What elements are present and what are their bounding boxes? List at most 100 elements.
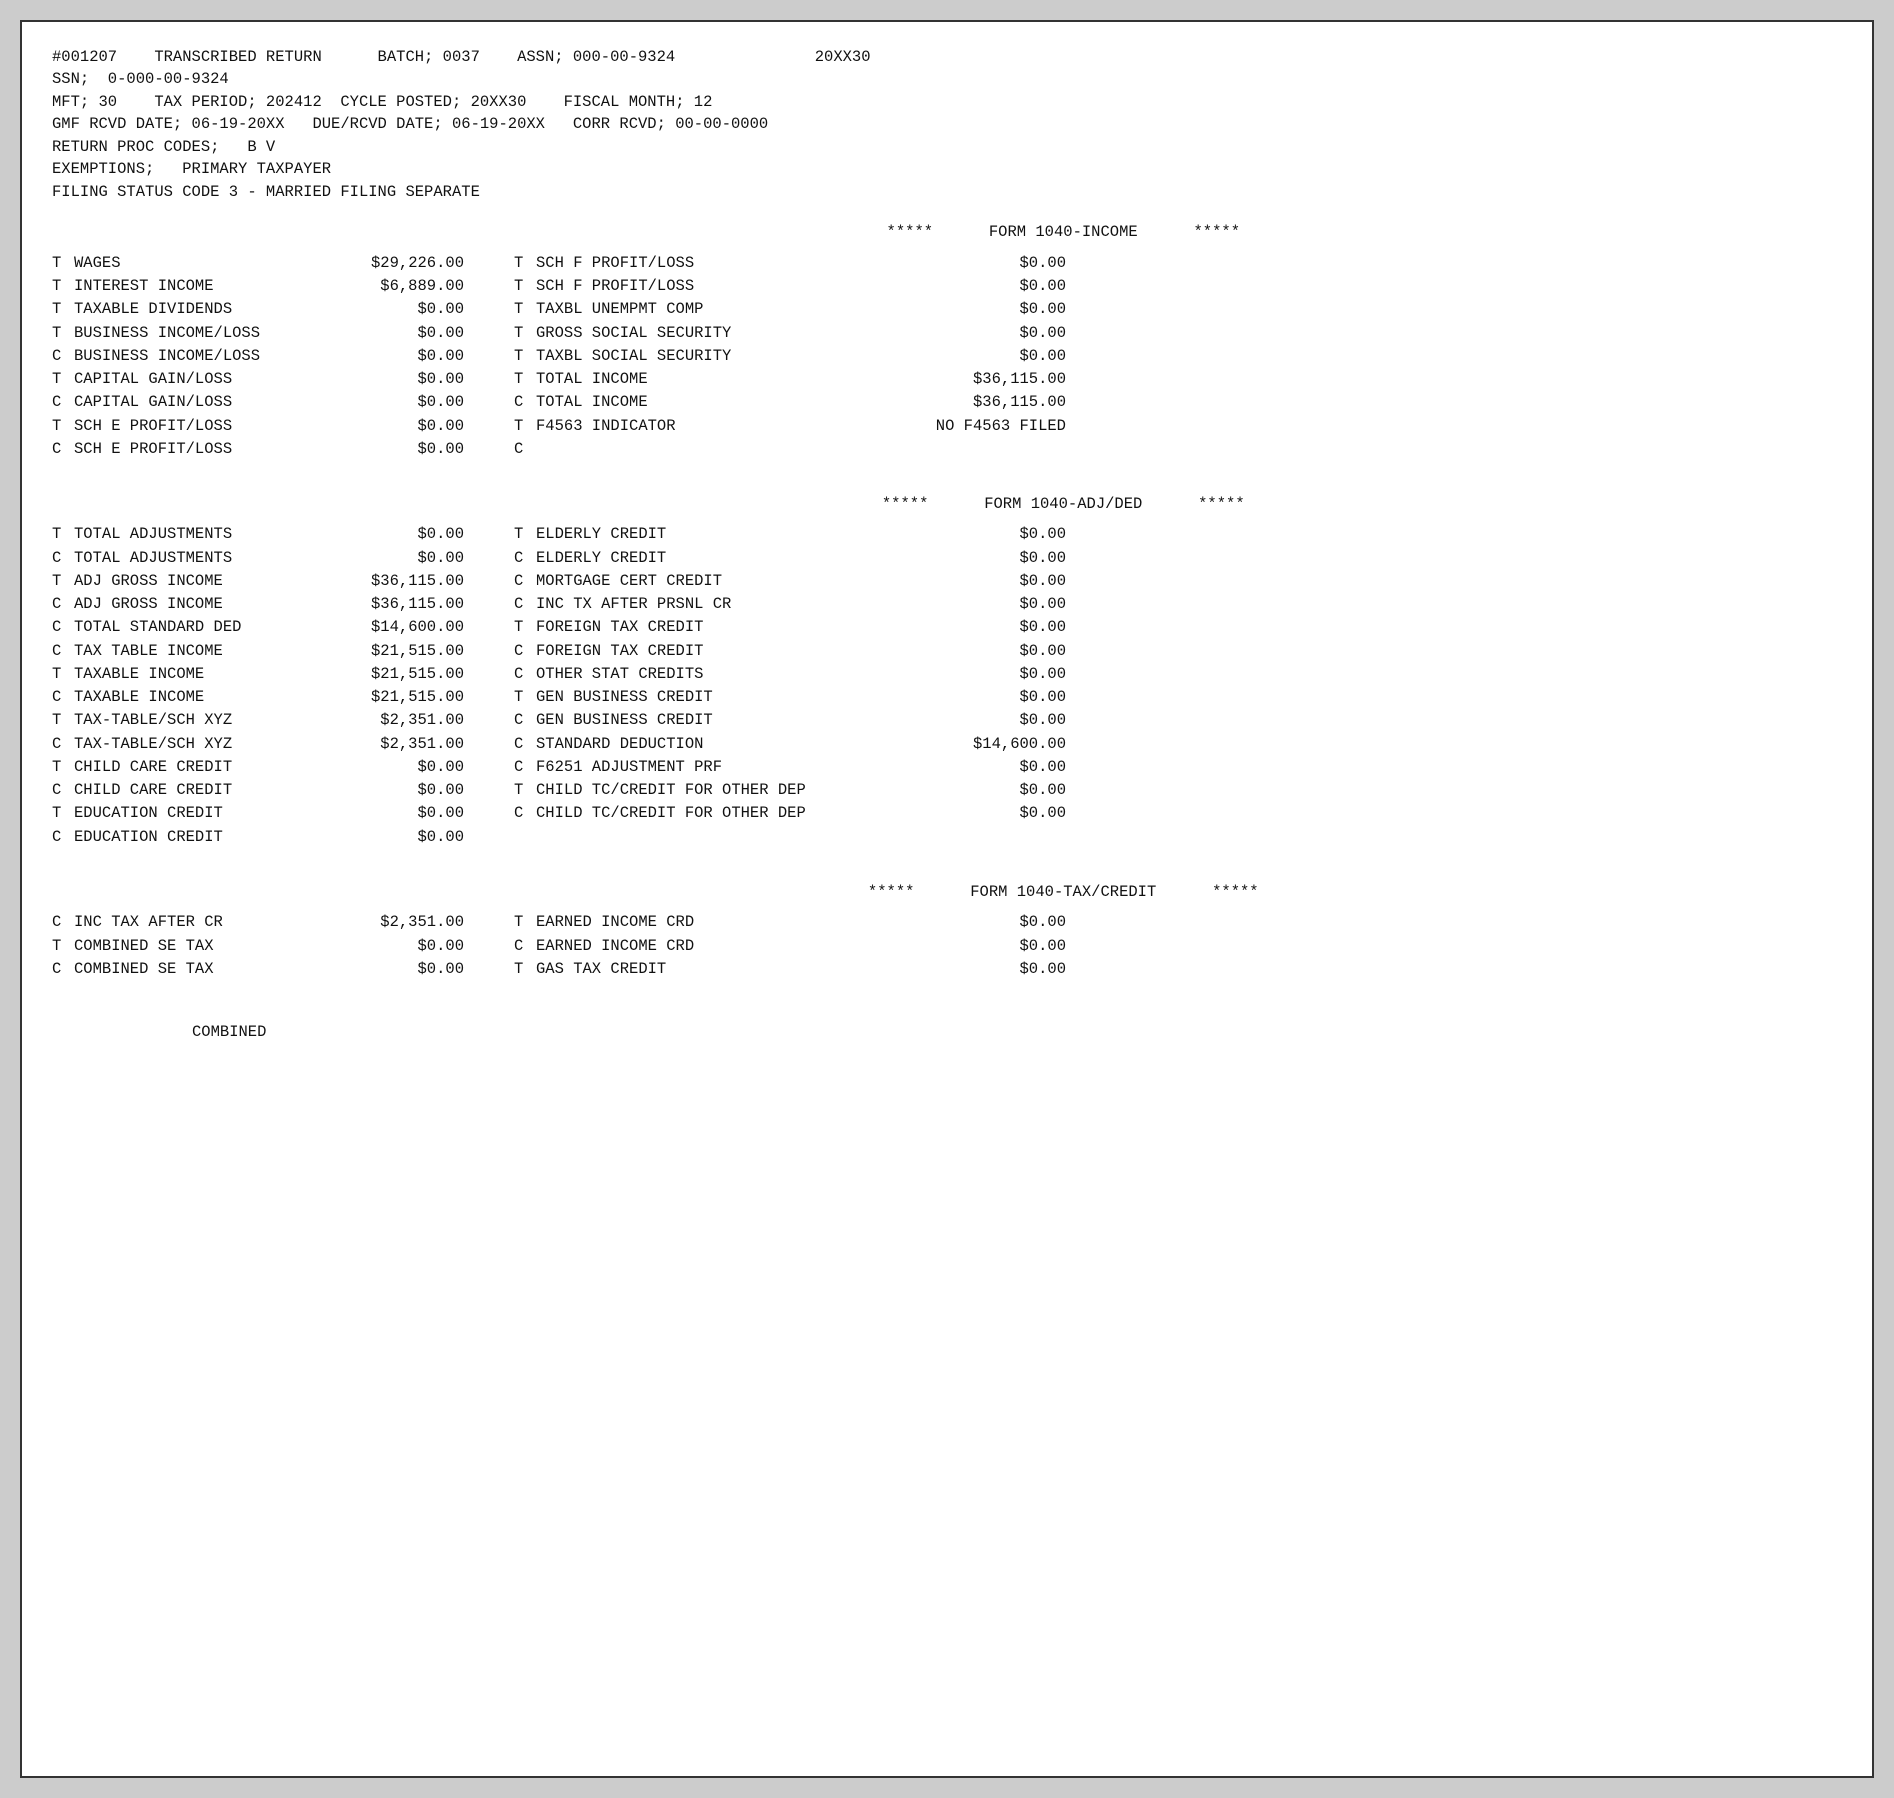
row-value-left: $21,515.00	[334, 663, 474, 686]
row-label-left: ADJ GROSS INCOME	[74, 593, 334, 616]
row-prefix-left: C	[52, 958, 74, 981]
row-prefix-left: C	[52, 345, 74, 368]
adjded-section-title: ***** FORM 1040-ADJ/DED *****	[52, 493, 1842, 515]
row-label-left: TAX TABLE INCOME	[74, 640, 334, 663]
row-prefix-left: C	[52, 686, 74, 709]
row-label-left: SCH E PROFIT/LOSS	[74, 438, 334, 461]
table-row: CTAXABLE INCOME$21,515.00TGEN BUSINESS C…	[52, 686, 1842, 709]
row-value-right: $14,600.00	[896, 733, 1076, 756]
row-label-left: INC TAX AFTER CR	[74, 911, 334, 934]
header-line4: GMF RCVD DATE; 06-19-20XX DUE/RCVD DATE;…	[52, 113, 1842, 135]
table-row: CCAPITAL GAIN/LOSS$0.00CTOTAL INCOME$36,…	[52, 391, 1842, 414]
row-value-right: $0.00	[896, 593, 1076, 616]
row-value-right: $0.00	[896, 779, 1076, 802]
row-label-right: INC TX AFTER PRSNL CR	[536, 593, 896, 616]
row-label-right: TAXBL SOCIAL SECURITY	[536, 345, 896, 368]
row-label-right: ELDERLY CREDIT	[536, 547, 896, 570]
row-value-right: $36,115.00	[896, 368, 1076, 391]
row-prefix-right: T	[514, 298, 536, 321]
row-label-right	[536, 826, 896, 849]
row-prefix-left: C	[52, 616, 74, 639]
row-label-right: GEN BUSINESS CREDIT	[536, 686, 896, 709]
table-row: CTOTAL STANDARD DED$14,600.00TFOREIGN TA…	[52, 616, 1842, 639]
row-label-left: WAGES	[74, 252, 334, 275]
row-prefix-right: T	[514, 958, 536, 981]
table-row: CEDUCATION CREDIT$0.00	[52, 826, 1842, 849]
row-value-left: $36,115.00	[334, 593, 474, 616]
table-row: CTOTAL ADJUSTMENTS$0.00CELDERLY CREDIT$0…	[52, 547, 1842, 570]
row-prefix-right: C	[514, 663, 536, 686]
table-row: CSCH E PROFIT/LOSS$0.00C	[52, 438, 1842, 461]
row-label-right: CHILD TC/CREDIT FOR OTHER DEP	[536, 779, 896, 802]
row-label-right: EARNED INCOME CRD	[536, 911, 896, 934]
row-value-left: $0.00	[334, 391, 474, 414]
row-value-left: $0.00	[334, 935, 474, 958]
row-label-left: CAPITAL GAIN/LOSS	[74, 391, 334, 414]
row-prefix-right: T	[514, 275, 536, 298]
row-value-right: $0.00	[896, 958, 1076, 981]
row-label-right: SCH F PROFIT/LOSS	[536, 275, 896, 298]
row-value-right: $0.00	[896, 322, 1076, 345]
row-prefix-right: T	[514, 322, 536, 345]
row-value-left: $0.00	[334, 322, 474, 345]
row-label-right: SCH F PROFIT/LOSS	[536, 252, 896, 275]
row-label-left: ADJ GROSS INCOME	[74, 570, 334, 593]
row-label-right: MORTGAGE CERT CREDIT	[536, 570, 896, 593]
row-prefix-left: C	[52, 733, 74, 756]
row-value-left: $0.00	[334, 779, 474, 802]
row-value-right: $0.00	[896, 298, 1076, 321]
row-prefix-left: T	[52, 756, 74, 779]
row-value-right: $0.00	[896, 275, 1076, 298]
table-row: CCOMBINED SE TAX$0.00TGAS TAX CREDIT$0.0…	[52, 958, 1842, 981]
row-label-left: TAXABLE INCOME	[74, 686, 334, 709]
row-label-left: CHILD CARE CREDIT	[74, 756, 334, 779]
row-prefix-right: T	[514, 686, 536, 709]
row-prefix-left: C	[52, 391, 74, 414]
row-label-left: INTEREST INCOME	[74, 275, 334, 298]
row-value-left: $0.00	[334, 345, 474, 368]
row-label-right: F6251 ADJUSTMENT PRF	[536, 756, 896, 779]
row-prefix-left: T	[52, 663, 74, 686]
row-value-left: $0.00	[334, 547, 474, 570]
row-value-left: $0.00	[334, 826, 474, 849]
row-label-left: COMBINED SE TAX	[74, 958, 334, 981]
taxcredit-section-title: ***** FORM 1040-TAX/CREDIT *****	[52, 881, 1842, 903]
row-prefix-right: T	[514, 415, 536, 438]
row-prefix-right: C	[514, 547, 536, 570]
table-row: CCHILD CARE CREDIT$0.00TCHILD TC/CREDIT …	[52, 779, 1842, 802]
row-label-right: FOREIGN TAX CREDIT	[536, 640, 896, 663]
row-prefix-left: T	[52, 322, 74, 345]
row-label-left: EDUCATION CREDIT	[74, 802, 334, 825]
row-prefix-right: C	[514, 438, 536, 461]
row-label-left: TAXABLE DIVIDENDS	[74, 298, 334, 321]
row-prefix-right: T	[514, 779, 536, 802]
row-prefix-left: C	[52, 547, 74, 570]
table-row: TEDUCATION CREDIT$0.00CCHILD TC/CREDIT F…	[52, 802, 1842, 825]
row-prefix-right: T	[514, 368, 536, 391]
row-value-left: $0.00	[334, 298, 474, 321]
row-value-left: $0.00	[334, 438, 474, 461]
table-row: TINTEREST INCOME$6,889.00TSCH F PROFIT/L…	[52, 275, 1842, 298]
header-line6: EXEMPTIONS; PRIMARY TAXPAYER	[52, 158, 1842, 180]
table-row: CBUSINESS INCOME/LOSS$0.00TTAXBL SOCIAL …	[52, 345, 1842, 368]
row-value-left: $0.00	[334, 958, 474, 981]
row-prefix-right: C	[514, 570, 536, 593]
row-label-left: BUSINESS INCOME/LOSS	[74, 322, 334, 345]
row-prefix-left: T	[52, 298, 74, 321]
row-value-right: $0.00	[896, 640, 1076, 663]
row-label-right: TOTAL INCOME	[536, 391, 896, 414]
row-label-right: CHILD TC/CREDIT FOR OTHER DEP	[536, 802, 896, 825]
row-value-left: $21,515.00	[334, 640, 474, 663]
row-label-left: COMBINED SE TAX	[74, 935, 334, 958]
table-row: TCOMBINED SE TAX$0.00CEARNED INCOME CRD$…	[52, 935, 1842, 958]
row-label-left: CAPITAL GAIN/LOSS	[74, 368, 334, 391]
row-label-left: TOTAL ADJUSTMENTS	[74, 523, 334, 546]
table-row: CTAX TABLE INCOME$21,515.00CFOREIGN TAX …	[52, 640, 1842, 663]
row-prefix-right: C	[514, 935, 536, 958]
row-label-right: STANDARD DEDUCTION	[536, 733, 896, 756]
row-value-right: $0.00	[896, 802, 1076, 825]
row-label-right: TOTAL INCOME	[536, 368, 896, 391]
row-prefix-left: T	[52, 415, 74, 438]
table-row: TTAXABLE INCOME$21,515.00COTHER STAT CRE…	[52, 663, 1842, 686]
income-section-title: ***** FORM 1040-INCOME *****	[52, 221, 1842, 243]
